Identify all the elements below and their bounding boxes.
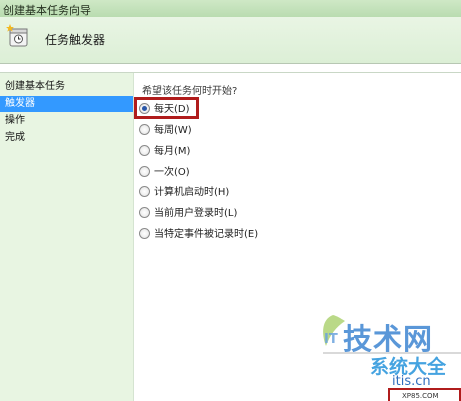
sidebar-item-create-basic-task[interactable]: 创建基本任务: [0, 79, 133, 95]
option-at-startup-label[interactable]: 计算机启动时(H): [154, 187, 229, 198]
wizard-steps-sidebar: 创建基本任务 触发器 操作 完成: [0, 73, 134, 401]
trigger-question: 希望该任务何时开始?: [142, 86, 238, 97]
option-at-startup[interactable]: 计算机启动时(H): [139, 185, 229, 201]
sidebar-item-trigger[interactable]: 触发器: [0, 96, 133, 112]
watermark-url: itis.cn: [392, 374, 431, 389]
window-title: 创建基本任务向导: [3, 4, 91, 17]
window-titlebar: 创建基本任务向导: [0, 0, 461, 17]
radio-at-startup[interactable]: [139, 185, 150, 197]
header-divider: [0, 63, 461, 64]
radio-at-logon[interactable]: [139, 206, 150, 218]
highlight-box: [134, 97, 199, 119]
watermark-url-2: XP85.COM: [402, 392, 439, 400]
task-wizard-icon: [6, 24, 28, 47]
sidebar-item-finish[interactable]: 完成: [0, 130, 133, 146]
option-at-logon[interactable]: 当前用户登录时(L): [139, 206, 237, 222]
option-on-event-label[interactable]: 当特定事件被记录时(E): [154, 229, 258, 240]
sidebar-item-action[interactable]: 操作: [0, 113, 133, 129]
svg-text:IT: IT: [324, 332, 338, 347]
option-on-event[interactable]: 当特定事件被记录时(E): [139, 227, 258, 243]
radio-on-event[interactable]: [139, 227, 150, 239]
option-once-label[interactable]: 一次(O): [154, 167, 190, 178]
option-once[interactable]: 一次(O): [139, 165, 190, 181]
wizard-page-title: 任务触发器: [45, 33, 106, 47]
option-at-logon-label[interactable]: 当前用户登录时(L): [154, 208, 237, 219]
option-monthly-label[interactable]: 每月(M): [154, 146, 190, 157]
option-weekly[interactable]: 每周(W): [139, 123, 192, 139]
option-weekly-label[interactable]: 每周(W): [154, 125, 192, 136]
option-monthly[interactable]: 每月(M): [139, 144, 190, 160]
radio-monthly[interactable]: [139, 144, 150, 156]
radio-weekly[interactable]: [139, 123, 150, 135]
radio-once[interactable]: [139, 165, 150, 177]
wizard-header: 任务触发器: [0, 17, 461, 63]
